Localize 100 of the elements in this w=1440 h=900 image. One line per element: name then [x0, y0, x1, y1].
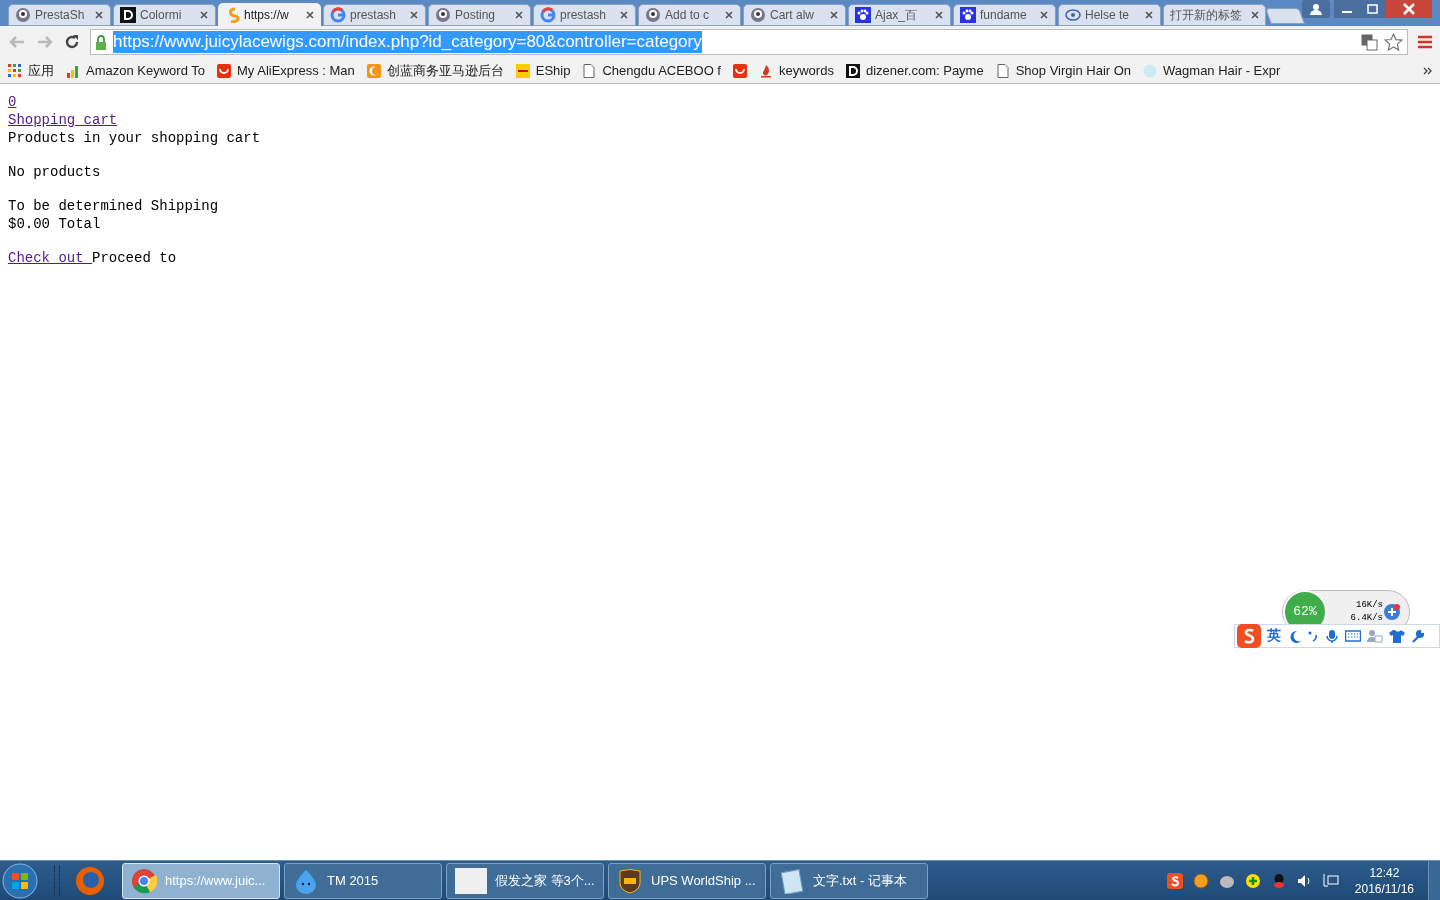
- menu-icon[interactable]: [1418, 35, 1432, 49]
- square-logo-icon: [120, 7, 136, 23]
- close-icon[interactable]: [724, 10, 734, 20]
- tab-title: prestash: [560, 7, 607, 24]
- close-icon[interactable]: [934, 10, 944, 20]
- g-logo-icon: [330, 7, 346, 23]
- bookmark[interactable]: 应用: [8, 60, 54, 81]
- bag-icon[interactable]: [733, 63, 747, 78]
- close-icon[interactable]: [1386, 0, 1432, 18]
- logo-icon[interactable]: [1237, 624, 1261, 648]
- close-icon[interactable]: [514, 10, 524, 20]
- square-logo-icon: [845, 63, 860, 78]
- browser-tab[interactable]: Add to c: [638, 4, 741, 26]
- chrome-icon: [131, 867, 157, 894]
- close-icon[interactable]: [1039, 10, 1049, 20]
- language-toggle[interactable]: 英: [1267, 627, 1281, 645]
- browser-tab[interactable]: Colormi: [113, 4, 216, 26]
- start-button-icon[interactable]: [0, 861, 40, 900]
- browser-tab[interactable]: prestash: [533, 4, 636, 26]
- tab-title: Helse te: [1085, 7, 1130, 24]
- taskbar-button[interactable]: TM 2015: [284, 862, 442, 899]
- browser-tab[interactable]: Posting: [428, 4, 531, 26]
- logo-icon[interactable]: [1166, 872, 1183, 889]
- cart-count-link[interactable]: 0: [8, 93, 17, 111]
- shirt-icon[interactable]: [1389, 628, 1405, 644]
- bookmark[interactable]: Wagman Hair - Expr: [1143, 60, 1281, 81]
- paw-icon: [960, 7, 976, 23]
- bookmark[interactable]: 创蓝商务亚马逊后台: [366, 60, 504, 81]
- g-logo-icon: [540, 7, 556, 23]
- plus-icon[interactable]: [1383, 603, 1401, 621]
- tab-title: Cart alw: [770, 7, 814, 24]
- close-icon[interactable]: [199, 10, 209, 20]
- punctuation-icon[interactable]: [1307, 629, 1319, 643]
- checkout-link[interactable]: Check out: [8, 249, 92, 267]
- padlock-icon: [95, 34, 107, 50]
- browser-tab[interactable]: https://w: [218, 3, 321, 26]
- bookmark[interactable]: EShip: [515, 60, 571, 81]
- bookmark[interactable]: Shop Virgin Hair On: [995, 60, 1132, 81]
- wrench-icon[interactable]: [1411, 628, 1425, 644]
- proceed-text: Proceed to: [92, 249, 177, 267]
- minimize-icon[interactable]: [1334, 0, 1360, 18]
- microphone-icon[interactable]: [1325, 628, 1339, 644]
- close-icon[interactable]: [619, 10, 629, 20]
- ime-toolbar[interactable]: 英: [1234, 624, 1440, 648]
- grid-icon: [8, 63, 22, 78]
- firefox-icon[interactable]: [74, 864, 106, 897]
- bookmark[interactable]: Chengdu ACEBOO f: [582, 60, 721, 81]
- profile-icon[interactable]: [1302, 0, 1330, 18]
- page-icon: [582, 63, 597, 78]
- close-icon[interactable]: [409, 10, 419, 20]
- network-icon[interactable]: [1322, 872, 1339, 889]
- reload-icon[interactable]: [64, 34, 80, 50]
- badge-icon[interactable]: [1192, 872, 1209, 889]
- paw-icon: [855, 7, 871, 23]
- taskbar-button[interactable]: 文字.txt - 记事本: [770, 862, 928, 899]
- keyboard-icon[interactable]: [1345, 629, 1361, 643]
- browser-tab[interactable]: 打开新的标签: [1163, 4, 1266, 26]
- tab-title: Colormi: [140, 7, 182, 24]
- download-speed: 6.4K/s: [1349, 612, 1383, 625]
- bookmark[interactable]: dizener.com: Payme: [845, 60, 984, 81]
- close-icon[interactable]: [1144, 10, 1154, 20]
- tab-title: https://w: [244, 6, 289, 24]
- upload-speed: 16K/s: [1355, 599, 1383, 612]
- maximize-icon[interactable]: [1360, 0, 1386, 18]
- page-icon: [995, 63, 1010, 78]
- stripe-logo-icon: [515, 63, 530, 78]
- chevron-icon[interactable]: [1423, 66, 1432, 75]
- close-icon[interactable]: [305, 9, 315, 20]
- browser-tab[interactable]: Cart alw: [743, 4, 846, 26]
- close-icon[interactable]: [1250, 10, 1260, 20]
- circle-icon: [1143, 63, 1158, 78]
- clock[interactable]: 12:42 2016/11/16: [1354, 864, 1414, 897]
- browser-tab[interactable]: fundame: [953, 4, 1056, 26]
- browser-tab[interactable]: Ajax_百: [848, 4, 951, 26]
- bookmark[interactable]: keywords: [759, 60, 834, 81]
- new-tab-button[interactable]: [1265, 8, 1305, 24]
- shipping-text: To be determined Shipping: [8, 197, 219, 215]
- shopping-cart-link[interactable]: Shopping cart: [8, 111, 118, 129]
- tab-title: Posting: [455, 7, 496, 24]
- browser-tab[interactable]: PrestaSh: [8, 4, 111, 26]
- shield-icon: [617, 867, 643, 894]
- photo-placeholder: [455, 867, 487, 894]
- tab-title: fundame: [980, 7, 1027, 24]
- clock-time: 12:42: [1369, 864, 1400, 881]
- close-icon[interactable]: [94, 10, 104, 20]
- taskbar-button[interactable]: UPS WorldShip ...: [608, 862, 766, 899]
- bag-icon: [217, 63, 231, 78]
- tab-title: PrestaSh: [35, 7, 85, 24]
- browser-tab[interactable]: prestash: [323, 4, 426, 26]
- crescent-icon: [366, 63, 381, 78]
- close-icon[interactable]: [829, 10, 839, 20]
- taskbar-button[interactable]: 假发之家 等3个...: [446, 862, 604, 899]
- bookmark[interactable]: Amazon Keyword To: [66, 60, 205, 81]
- browser-tab[interactable]: Helse te: [1058, 4, 1161, 26]
- star-icon[interactable]: [1384, 33, 1403, 51]
- flame-icon: [759, 63, 773, 78]
- translate-icon[interactable]: [1361, 33, 1378, 51]
- empty-cart-text: No products: [8, 163, 101, 181]
- bookmark[interactable]: My AliExpress : Man: [217, 60, 355, 81]
- plus-icon[interactable]: [1244, 872, 1261, 889]
